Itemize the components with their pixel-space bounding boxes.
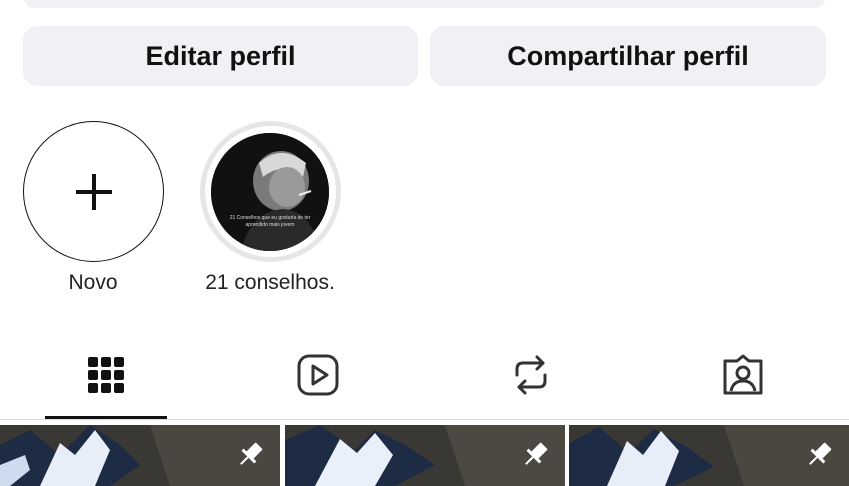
pin-icon xyxy=(240,442,263,465)
highlight-ring[interactable]: 21 Conselhos que eu gostaria de ter apre… xyxy=(199,121,341,262)
tab-reels[interactable] xyxy=(212,330,424,420)
repost-icon xyxy=(515,355,547,395)
highlight-cover: 21 Conselhos que eu gostaria de ter apre… xyxy=(211,132,329,251)
profile-tabs xyxy=(0,330,849,420)
tabs-divider xyxy=(0,419,849,420)
share-profile-button[interactable]: Compartilhar perfil xyxy=(430,26,826,86)
tagged-icon xyxy=(723,354,763,395)
pin-icon xyxy=(525,442,548,465)
highlight-new[interactable]: Novo xyxy=(18,121,168,295)
highlight-label: Novo xyxy=(68,271,118,294)
plus-icon-vertical xyxy=(92,173,96,210)
tab-reposts[interactable] xyxy=(425,330,637,420)
post-thumbnail[interactable] xyxy=(285,425,565,486)
cover-portrait xyxy=(211,132,329,251)
post-thumbnail[interactable] xyxy=(0,425,280,486)
post-thumbnail[interactable] xyxy=(569,425,849,486)
top-strip xyxy=(24,0,825,8)
pin-icon xyxy=(809,442,832,465)
highlight-21-conselhos[interactable]: 21 Conselhos que eu gostaria de ter apre… xyxy=(195,121,345,295)
tab-posts[interactable] xyxy=(0,330,212,420)
new-highlight-circle[interactable] xyxy=(22,121,164,262)
highlight-label: 21 conselhos. xyxy=(205,271,335,294)
cover-caption: 21 Conselhos que eu gostaria de ter apre… xyxy=(229,214,311,228)
grid-icon xyxy=(88,357,124,393)
edit-profile-button[interactable]: Editar perfil xyxy=(23,26,418,86)
reels-icon xyxy=(297,354,339,396)
tab-tagged[interactable] xyxy=(637,330,849,420)
